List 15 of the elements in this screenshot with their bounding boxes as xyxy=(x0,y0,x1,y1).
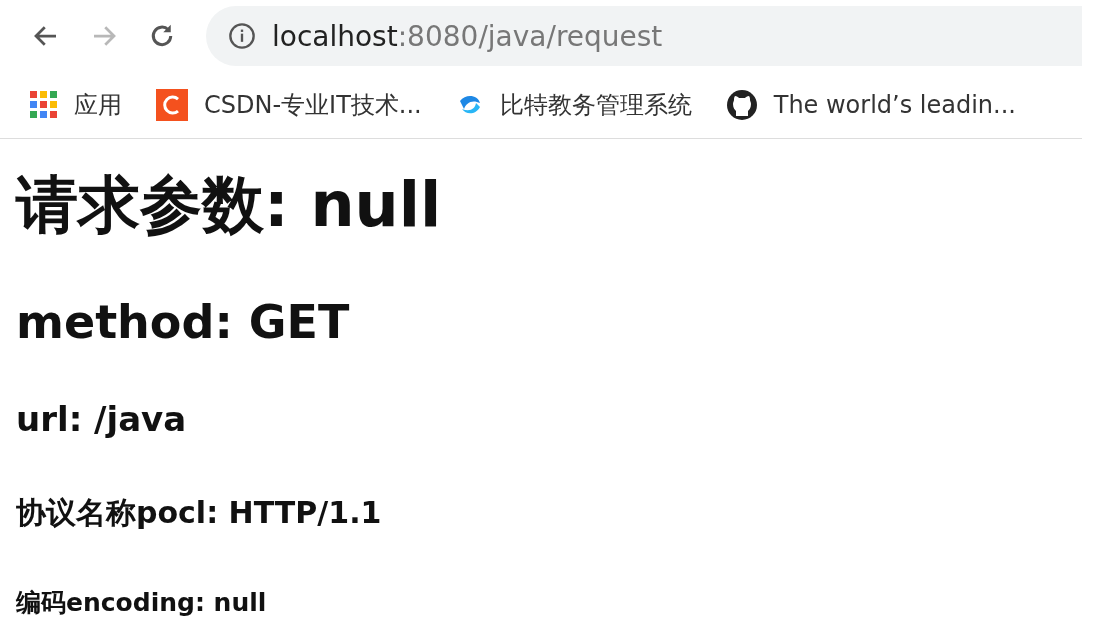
csdn-logo-icon xyxy=(156,89,188,121)
bookmark[interactable]: 应用 xyxy=(30,89,122,121)
heading: 编码encoding: null xyxy=(16,587,268,619)
apps-grid-icon xyxy=(30,91,58,119)
bookmark[interactable]: The world’s leadin... xyxy=(725,89,1016,121)
bookmark[interactable]: CSDN-专业IT技术... xyxy=(156,89,422,121)
info-icon xyxy=(228,22,256,50)
heading: 请求参数: null xyxy=(16,167,443,243)
url-text: localhost:8080/java/request xyxy=(272,19,663,53)
address-bar[interactable]: localhost:8080/java/request xyxy=(206,6,1082,66)
heading: method: GET xyxy=(16,295,351,349)
heading: 协议名称pocl: HTTP/1.1 xyxy=(16,494,383,532)
heading: url: /java xyxy=(16,399,188,439)
github-logo-icon xyxy=(725,89,758,121)
bookmark[interactable]: 比特教务管理系统 xyxy=(455,89,692,121)
